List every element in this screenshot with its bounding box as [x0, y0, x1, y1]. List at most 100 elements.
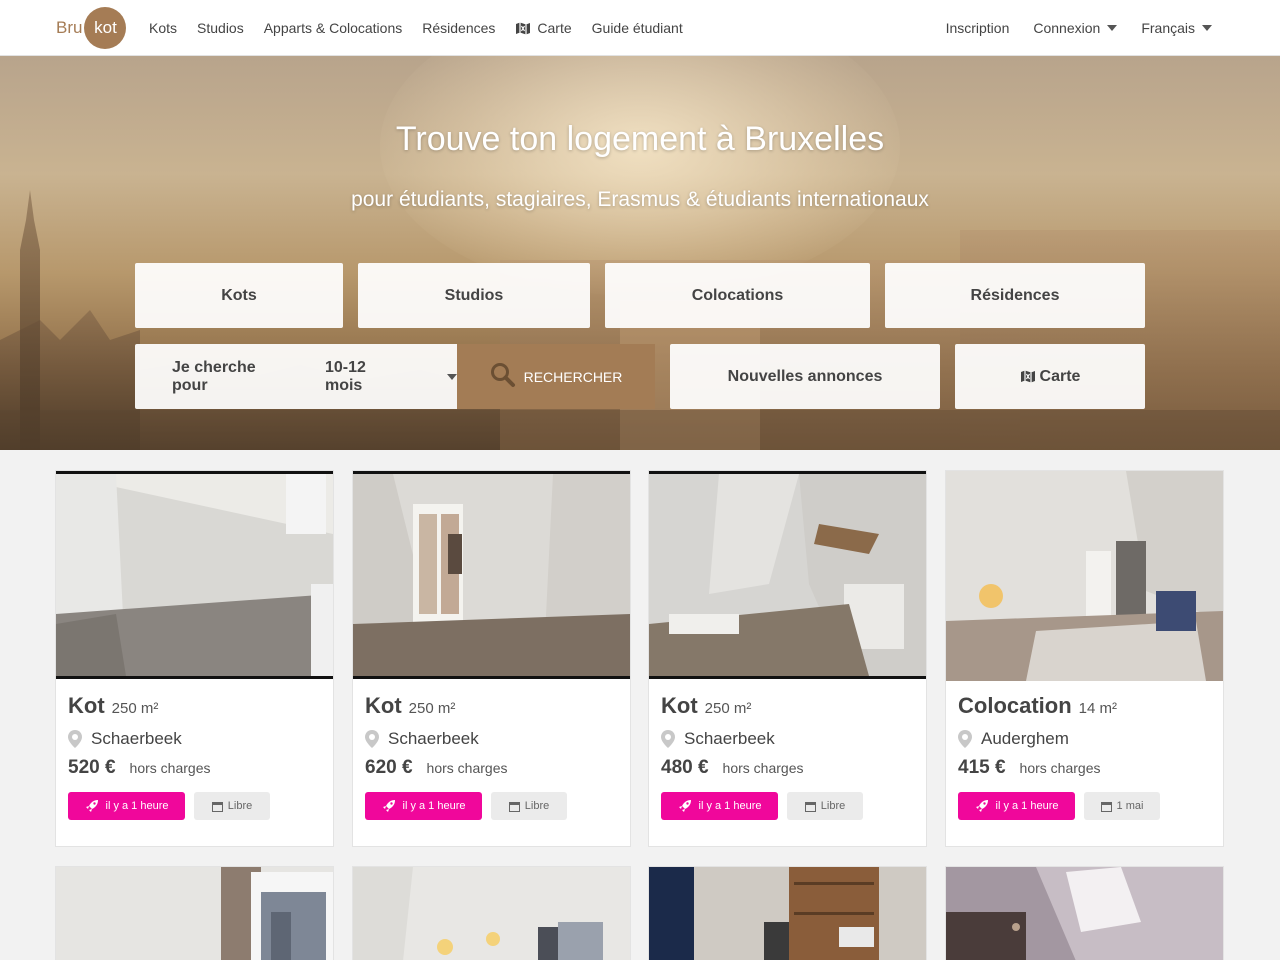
listing-photo[interactable]: [353, 867, 630, 960]
posted-time: il y a 1 heure: [105, 800, 169, 812]
rocket-icon: [382, 800, 395, 812]
new-listings-button[interactable]: Nouvelles annonces: [670, 344, 940, 409]
listing-photo[interactable]: [946, 471, 1223, 681]
listing-card[interactable]: [648, 866, 927, 960]
logo-text-bru: Bru: [56, 18, 83, 37]
calendar-icon: [804, 801, 816, 812]
availability-text: Libre: [227, 800, 253, 812]
search-form: Je cherche pour 10-12 mois: [135, 344, 457, 409]
listing-photo[interactable]: [946, 867, 1223, 960]
brukot-logo[interactable]: Bru kot: [56, 7, 127, 49]
calendar-icon: [1100, 801, 1112, 812]
availability-text: 1 mai: [1116, 800, 1144, 812]
listing-card[interactable]: Kot 250 m² Schaerbeek 480 € hors charges i…: [648, 470, 927, 847]
main-nav: Kots Studios Apparts & Colocations Résid…: [139, 0, 693, 56]
availability-badge: Libre: [787, 792, 863, 820]
new-listing-badge: il y a 1 heure: [958, 792, 1075, 820]
nav-link-residences[interactable]: Résidences: [412, 20, 505, 36]
category-residences-button[interactable]: Résidences: [885, 263, 1145, 328]
search-button-label: RECHERCHER: [523, 368, 623, 385]
listing-type: Kot: [661, 693, 698, 718]
availability-badge: Libre: [194, 792, 270, 820]
nav-link-carte-label: Carte: [537, 20, 572, 36]
new-listing-badge: il y a 1 heure: [661, 792, 778, 820]
listing-card[interactable]: Kot 250 m² Schaerbeek 620 € hors charges i…: [352, 470, 631, 847]
listing-location: Schaerbeek: [91, 729, 182, 748]
listing-price-note: hors charges: [129, 760, 211, 776]
location-pin-icon: [68, 730, 82, 748]
logo-text-kot: kot: [94, 18, 117, 37]
listing-type: Kot: [68, 693, 105, 718]
listing-info: Colocation 14 m² Auderghem 415 € hors char…: [958, 693, 1213, 820]
duration-value: 10-12 mois: [324, 358, 366, 394]
location-pin-icon: [365, 730, 379, 748]
rocket-icon: [678, 800, 691, 812]
search-label: Je cherche pour: [172, 358, 256, 394]
listing-photo[interactable]: [56, 867, 333, 960]
hero-title: Trouve ton logement à Bruxelles: [395, 120, 885, 158]
listing-price: 480 €: [661, 757, 709, 778]
map-icon: [516, 22, 531, 34]
chevron-down-icon: [447, 373, 457, 380]
listing-price: 520 €: [68, 757, 116, 778]
posted-time: il y a 1 heure: [698, 800, 762, 812]
chevron-down-icon: [1107, 25, 1118, 31]
search-button[interactable]: RECHERCHER: [457, 344, 655, 409]
category-kots-button[interactable]: Kots: [135, 263, 343, 328]
listing-size: 250 m²: [704, 700, 752, 717]
listing-location: Auderghem: [981, 729, 1069, 748]
listing-info: Kot 250 m² Schaerbeek 520 € hors charges i…: [68, 693, 323, 820]
location-pin-icon: [661, 730, 675, 748]
rocket-icon: [975, 800, 988, 812]
map-button[interactable]: Carte: [955, 344, 1145, 409]
rocket-icon: [85, 800, 98, 812]
listing-price: 415 €: [958, 757, 1006, 778]
listing-card[interactable]: Kot 250 m² Schaerbeek 520 € hors charges i…: [55, 470, 334, 847]
listing-photo[interactable]: [56, 471, 333, 679]
nav-link-kots[interactable]: Kots: [139, 20, 187, 36]
logo-circle: kot: [84, 7, 127, 49]
posted-time: il y a 1 heure: [995, 800, 1059, 812]
language-dropdown[interactable]: Français: [1129, 20, 1224, 36]
listing-info: Kot 250 m² Schaerbeek 480 € hors charges i…: [661, 693, 916, 820]
hero-banner: Trouve ton logement à Bruxelles pour étu…: [0, 56, 1280, 450]
listing-price-note: hors charges: [426, 760, 508, 776]
duration-select[interactable]: 10-12 mois: [325, 359, 457, 395]
availability-badge: Libre: [491, 792, 567, 820]
nav-link-apparts-colocations[interactable]: Apparts & Colocations: [254, 20, 413, 36]
new-listing-badge: il y a 1 heure: [365, 792, 482, 820]
listing-info: Kot 250 m² Schaerbeek 620 € hors charges i…: [365, 693, 620, 820]
location-pin-icon: [958, 730, 972, 748]
listing-location: Schaerbeek: [684, 729, 775, 748]
availability-text: Libre: [820, 800, 846, 812]
top-navbar: Bru kot Kots Studios Apparts & Colocatio…: [0, 0, 1280, 56]
category-studios-button[interactable]: Studios: [358, 263, 590, 328]
listing-type: Kot: [365, 693, 402, 718]
listing-type: Colocation: [958, 693, 1072, 718]
category-colocations-button[interactable]: Colocations: [605, 263, 870, 328]
listing-price-note: hors charges: [1019, 760, 1101, 776]
listing-card[interactable]: [55, 866, 334, 960]
listing-card[interactable]: Colocation 14 m² Auderghem 415 € hors char…: [945, 470, 1224, 847]
language-label: Français: [1141, 20, 1195, 36]
listing-photo[interactable]: [353, 471, 630, 679]
map-icon: [1020, 370, 1035, 383]
signup-link[interactable]: Inscription: [934, 20, 1022, 36]
login-dropdown[interactable]: Connexion: [1021, 20, 1129, 36]
listing-card[interactable]: [945, 866, 1224, 960]
listing-photo[interactable]: [649, 471, 926, 679]
search-icon: [490, 362, 515, 387]
listing-photo[interactable]: [649, 867, 926, 960]
listing-card[interactable]: [352, 866, 631, 960]
calendar-icon: [508, 801, 520, 812]
listing-price: 620 €: [365, 757, 413, 778]
listing-size: 250 m²: [111, 700, 159, 717]
nav-link-carte[interactable]: Carte: [505, 20, 581, 36]
nav-link-studios[interactable]: Studios: [187, 20, 254, 36]
listing-size: 14 m²: [1078, 700, 1118, 717]
posted-time: il y a 1 heure: [402, 800, 466, 812]
listing-location: Schaerbeek: [388, 729, 479, 748]
nav-link-guide[interactable]: Guide étudiant: [582, 20, 693, 36]
chevron-down-icon: [1202, 25, 1212, 31]
login-label: Connexion: [1033, 20, 1101, 36]
